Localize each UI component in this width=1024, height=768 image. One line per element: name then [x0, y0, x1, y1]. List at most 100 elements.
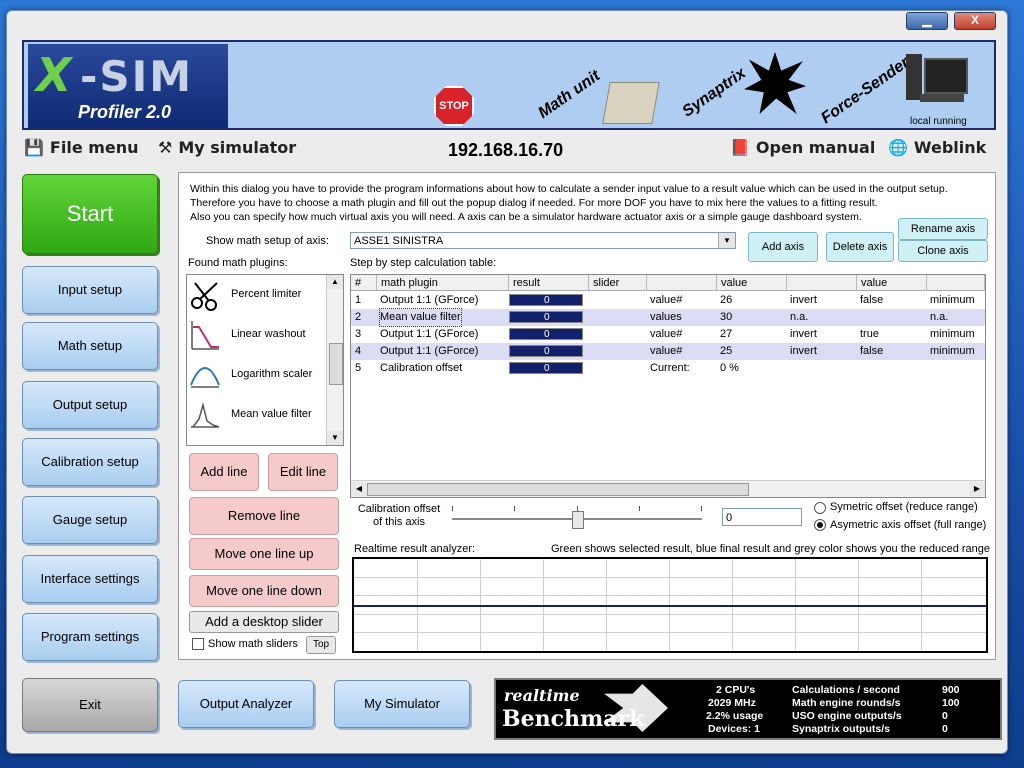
remove-line-button[interactable]: Remove line — [189, 497, 339, 535]
uso-value: 0 — [942, 710, 948, 722]
show-math-sliders-label: Show math sliders — [208, 638, 298, 650]
analyzer-label: Realtime result analyzer: — [354, 543, 476, 555]
start-button[interactable]: Start — [22, 174, 158, 254]
table-header[interactable] — [647, 275, 717, 291]
math-unit-label: Math unit — [535, 67, 604, 122]
math-setup-button[interactable]: Math setup — [22, 322, 158, 370]
calc-value: 900 — [942, 684, 960, 696]
symmetric-offset-radio[interactable] — [814, 502, 826, 514]
rounds-label: Math engine rounds/s — [792, 697, 901, 709]
table-header[interactable]: value — [717, 275, 787, 291]
top-button[interactable]: Top — [306, 636, 336, 654]
scroll-up-icon[interactable]: ▲ — [327, 275, 343, 289]
result-bar: 0 — [509, 311, 583, 323]
table-header[interactable]: value — [857, 275, 927, 291]
table-label: Step by step calculation table: — [350, 257, 497, 269]
local-running-label: local running — [910, 116, 967, 127]
cpu-mhz: 2029 MHz — [708, 697, 756, 709]
list-item[interactable]: Percent limiter — [187, 275, 327, 315]
output-analyzer-button[interactable]: Output Analyzer — [178, 680, 314, 728]
list-item[interactable]: Logarithm scaler — [187, 355, 327, 395]
my-simulator-menu[interactable]: ⚒ My simulator — [158, 138, 296, 162]
book-icon: 📕 — [730, 138, 750, 157]
scroll-left-icon[interactable]: ◀ — [351, 482, 367, 496]
table-horizontal-scrollbar[interactable]: ◀ ▶ — [351, 480, 985, 497]
gauge-setup-button[interactable]: Gauge setup — [22, 496, 158, 544]
add-desktop-slider-button[interactable]: Add a desktop slider — [189, 611, 339, 633]
table-header[interactable]: math plugin — [377, 275, 509, 291]
table-header[interactable]: slider — [589, 275, 647, 291]
table-row[interactable]: 1 Output 1:1 (GForce) 0 value# 26 invert… — [351, 292, 985, 309]
add-axis-button[interactable]: Add axis — [748, 232, 818, 262]
plugins-label: Found math plugins: — [188, 257, 288, 269]
close-button[interactable]: X — [954, 12, 996, 30]
table-header[interactable] — [787, 275, 857, 291]
table-row[interactable]: 3 Output 1:1 (GForce) 0 value# 27 invert… — [351, 326, 985, 343]
intro-line-3: Also you can specify how much virtual ax… — [190, 211, 862, 223]
logo-x: X — [36, 48, 72, 102]
exit-button[interactable]: Exit — [22, 678, 158, 732]
intro-line-1: Within this dialog you have to provide t… — [190, 183, 948, 195]
chevron-down-icon[interactable]: ▼ — [718, 233, 735, 248]
edit-line-button[interactable]: Edit line — [268, 453, 338, 491]
symmetric-offset-label: Symetric offset (reduce range) — [830, 501, 978, 513]
table-row[interactable]: 4 Output 1:1 (GForce) 0 value# 25 invert… — [351, 343, 985, 360]
axis-select-label: Show math setup of axis: — [206, 235, 329, 247]
calibration-offset-field[interactable]: 0 — [722, 508, 802, 526]
calculation-table[interactable]: # math plugin result slider value value … — [350, 274, 986, 498]
scroll-thumb[interactable] — [329, 343, 343, 385]
move-up-button[interactable]: Move one line up — [189, 538, 339, 570]
synaptrix-label: Synaptrix — [679, 64, 749, 121]
logo-sim: -SIM — [80, 52, 194, 101]
show-math-sliders-checkbox[interactable] — [192, 638, 204, 650]
result-bar: 0 — [509, 362, 583, 374]
list-item[interactable]: Linear washout — [187, 315, 327, 355]
cpu-usage: 2.2% usage — [706, 710, 764, 722]
final-result-line — [354, 605, 986, 607]
header-banner: X -SIM Profiler 2.0 STOP Math unit Synap… — [22, 40, 996, 130]
result-bar: 0 — [509, 328, 583, 340]
scroll-right-icon[interactable]: ▶ — [969, 482, 985, 496]
calibration-setup-button[interactable]: Calibration setup — [22, 438, 158, 486]
open-manual-link[interactable]: 📕 Open manual — [730, 138, 875, 162]
rename-axis-button[interactable]: Rename axis — [898, 218, 988, 240]
table-row[interactable]: 5 Calibration offset 0 Current: 0 % — [351, 360, 985, 377]
axis-select[interactable]: ASSE1 SINISTRA ▼ — [350, 232, 736, 249]
interface-settings-button[interactable]: Interface settings — [22, 555, 158, 603]
table-row[interactable]: 2 Mean value filter 0 values 30 n.a. n.a… — [351, 308, 985, 327]
analyzer-hint: Green shows selected result, blue final … — [551, 543, 991, 555]
clone-axis-button[interactable]: Clone axis — [898, 240, 988, 262]
list-item[interactable]: Mean value filter — [187, 395, 327, 435]
starburst-icon — [744, 52, 806, 114]
device-count: Devices: 1 — [708, 723, 760, 735]
computer-icon — [906, 54, 968, 104]
asymmetric-offset-label: Asymetric axis offset (full range) — [830, 519, 987, 531]
benchmark-logo-top: realtime — [504, 686, 580, 705]
output-setup-button[interactable]: Output setup — [22, 381, 158, 429]
menu-bar: 💾 File menu ⚒ My simulator 192.168.16.70 📕… — [20, 138, 996, 162]
plugin-list-scrollbar[interactable]: ▲ ▼ — [326, 275, 343, 445]
table-header[interactable]: result — [509, 275, 589, 291]
move-down-button[interactable]: Move one line down — [189, 575, 339, 607]
plugin-name: Percent limiter — [231, 288, 302, 300]
scroll-thumb[interactable] — [367, 483, 749, 496]
input-setup-button[interactable]: Input setup — [22, 266, 158, 314]
program-settings-button[interactable]: Program settings — [22, 613, 158, 661]
table-header[interactable]: # — [351, 275, 377, 291]
calibration-slider-thumb[interactable] — [572, 511, 584, 529]
ip-address: 192.168.16.70 — [448, 140, 564, 160]
file-menu[interactable]: 💾 File menu — [24, 138, 139, 162]
delete-axis-button[interactable]: Delete axis — [826, 232, 894, 262]
minimize-button[interactable]: ▁ — [906, 12, 948, 30]
weblink-link[interactable]: 🌐 Weblink — [888, 138, 986, 162]
add-line-button[interactable]: Add line — [189, 453, 259, 491]
asymmetric-offset-radio[interactable] — [814, 519, 826, 531]
tools-icon: ⚒ — [158, 138, 173, 157]
intro-line-2: Therefore you have to choose a math plug… — [190, 197, 878, 209]
scroll-down-icon[interactable]: ▼ — [327, 431, 343, 445]
table-header[interactable] — [927, 275, 985, 291]
plugin-name: Logarithm scaler — [231, 368, 313, 380]
stop-sign-icon[interactable]: STOP — [434, 86, 474, 126]
my-simulator-button[interactable]: My Simulator — [334, 680, 470, 728]
math-plugin-list[interactable]: Percent limiter Linear washout Logarithm… — [186, 274, 344, 446]
